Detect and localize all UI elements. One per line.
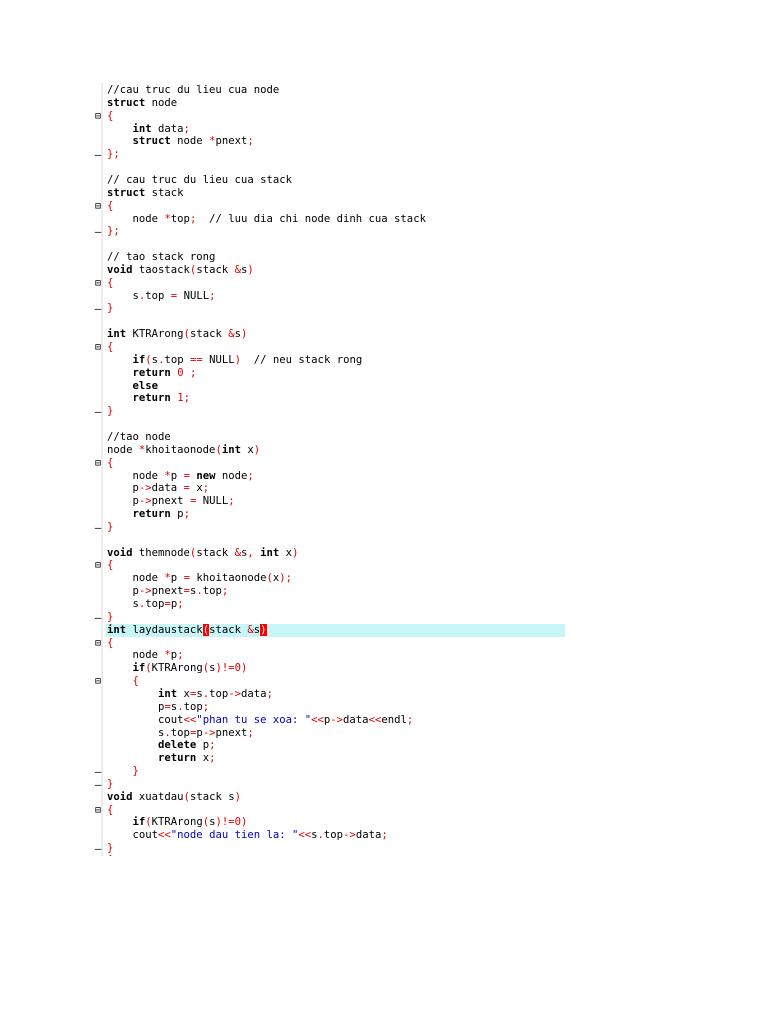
fold-collapse-icon[interactable]: ⊟ <box>92 804 104 817</box>
code-line[interactable]: }; <box>107 225 120 238</box>
code-line[interactable]: int KTRArong(stack &s) <box>107 328 247 341</box>
code-line[interactable]: void xuatdau(stack s) <box>107 791 241 804</box>
fold-gutter: ⊟ – ⊟ – ⊟ – ⊟ – ⊟ – ⊟ – ⊟ ⊟ – – ⊟ – <box>92 83 104 856</box>
code-line[interactable]: // cau truc du lieu cua stack <box>107 174 292 187</box>
code-line[interactable]: node *p; <box>107 649 184 662</box>
code-line[interactable]: } <box>107 405 113 418</box>
code-line[interactable]: node *khoitaonode(int x) <box>107 444 260 457</box>
code-line[interactable]: int x=s.top->data; <box>107 688 273 701</box>
code-line[interactable]: void taostack(stack &s) <box>107 264 254 277</box>
code-line[interactable]: } <box>107 778 113 791</box>
fold-collapse-icon[interactable]: ⊟ <box>92 110 104 123</box>
code-line[interactable]: p->data = x; <box>107 482 210 495</box>
code-line[interactable]: s.top = NULL; <box>107 290 216 303</box>
fold-collapse-icon[interactable]: ⊟ <box>92 559 104 572</box>
code-line[interactable]: p->pnext=s.top; <box>107 585 229 598</box>
code-line[interactable]: if(KTRArong(s)!=0) <box>107 816 248 829</box>
fold-end-icon: – <box>94 611 102 624</box>
fold-end-icon: – <box>94 302 102 315</box>
code-line[interactable]: { <box>107 200 113 213</box>
code-line[interactable]: } <box>107 842 113 855</box>
code-line[interactable]: cout<<"phan tu se xoa: "<<p->data<<endl; <box>107 714 413 727</box>
code-line[interactable]: cout<<"node dau tien la: "<<s.top->data; <box>107 829 388 842</box>
fold-end-icon: – <box>94 778 102 791</box>
code-line[interactable]: // tao stack rong <box>107 251 215 264</box>
code-line[interactable]: } <box>107 302 113 315</box>
code-line[interactable]: struct node <box>107 97 177 110</box>
fold-collapse-icon[interactable]: ⊟ <box>92 200 104 213</box>
code-line[interactable]: node *top; // luu dia chi node dinh cua … <box>107 213 426 226</box>
fold-end-icon: – <box>94 225 102 238</box>
fold-end-icon: – <box>94 405 102 418</box>
fold-end-icon: – <box>94 521 102 534</box>
code-line[interactable]: p=s.top; <box>107 701 209 714</box>
code-line[interactable]: int laydaustack(stack &s) <box>107 624 267 637</box>
code-line[interactable]: delete p; <box>107 739 215 752</box>
code-line[interactable]: void themnode(stack &s, int x) <box>107 547 298 560</box>
code-line[interactable]: //cau truc du lieu cua node <box>107 84 279 97</box>
code-line[interactable]: { <box>107 110 113 123</box>
fold-collapse-icon[interactable]: ⊟ <box>92 277 104 290</box>
code-line[interactable]: return 1; <box>107 392 190 405</box>
fold-end-icon: – <box>94 148 102 161</box>
code-line[interactable]: struct node *pnext; <box>107 135 254 148</box>
fold-collapse-icon[interactable]: ⊟ <box>92 457 104 470</box>
fold-collapse-icon[interactable]: ⊟ <box>92 341 104 354</box>
code-line[interactable]: { <box>107 559 113 572</box>
code-line[interactable]: struct stack <box>107 187 184 200</box>
code-line[interactable]: { <box>107 457 113 470</box>
code-line[interactable]: } <box>107 765 139 778</box>
code-line[interactable]: int main() <box>107 855 171 856</box>
code-line[interactable]: } <box>107 521 113 534</box>
code-line[interactable]: { <box>107 341 113 354</box>
fold-collapse-icon[interactable]: ⊟ <box>92 675 104 688</box>
code-line[interactable]: s.top=p; <box>107 598 184 611</box>
code-line[interactable]: }; <box>107 148 120 161</box>
code-line[interactable]: return 0 ; <box>107 367 197 380</box>
code-line[interactable]: p->pnext = NULL; <box>107 495 235 508</box>
code-line[interactable]: if(KTRArong(s)!=0) <box>107 662 248 675</box>
code-line[interactable]: } <box>107 611 113 624</box>
fold-collapse-icon[interactable]: ⊟ <box>92 637 104 650</box>
code-line[interactable]: { <box>107 277 113 290</box>
code-line[interactable]: if(s.top == NULL) // neu stack rong <box>107 354 363 367</box>
code-line[interactable]: { <box>107 675 139 688</box>
fold-end-icon: – <box>94 765 102 778</box>
code-line[interactable]: return p; <box>107 508 190 521</box>
fold-end-icon: – <box>94 842 102 855</box>
code-line[interactable]: node *p = khoitaonode(x); <box>107 572 293 585</box>
code-editor[interactable]: ⊟ – ⊟ – ⊟ – ⊟ – ⊟ – ⊟ – ⊟ ⊟ – – ⊟ – //cau truc du lieu cu… <box>92 83 568 856</box>
code-line[interactable]: //tao node <box>107 431 171 444</box>
code-line[interactable]: return x; <box>107 752 215 765</box>
